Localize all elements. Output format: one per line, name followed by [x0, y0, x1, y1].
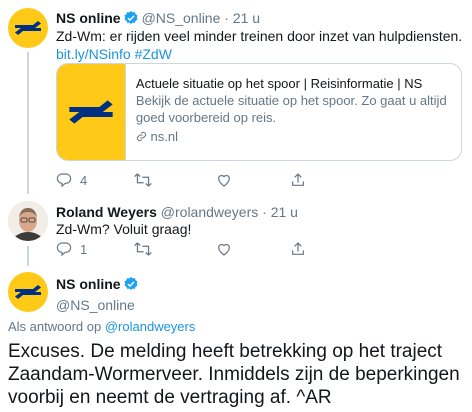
share-button[interactable] [290, 172, 306, 188]
author-name[interactable]: Roland Weyers [56, 204, 157, 220]
tweet-body: Zd-Wm: er rijden veel minder treinen doo… [56, 28, 463, 44]
like-button[interactable] [216, 241, 232, 257]
link-icon [136, 131, 147, 142]
thread-line [27, 52, 29, 194]
ns-avatar[interactable] [8, 8, 48, 48]
ns-logo [69, 100, 113, 124]
retweet-icon [134, 173, 152, 187]
reply-count: 1 [80, 241, 88, 257]
card-domain: ns.nl [150, 129, 179, 144]
separator: · [224, 10, 229, 26]
ns-logo [15, 285, 41, 299]
retweet-button[interactable] [134, 172, 152, 188]
tweet-text: Zd-Wm: er rijden veel minder treinen doo… [56, 27, 466, 63]
heart-icon [218, 174, 230, 187]
main-tweet-text: Excuses. De melding heeft betrekking op … [8, 341, 460, 408]
user-avatar[interactable] [8, 201, 48, 241]
share-button[interactable] [290, 241, 306, 257]
verified-badge-icon [123, 276, 139, 296]
card-body: Actuele situatie op het spoor | Reisinfo… [126, 64, 461, 160]
card-url: ns.nl [136, 128, 451, 145]
reply-context: Als antwoord op @rolandweyers [8, 319, 195, 334]
ns-avatar[interactable] [8, 272, 48, 312]
thread-line [27, 246, 29, 266]
reply-handle-link[interactable]: @rolandweyers [105, 319, 196, 334]
card-title: Actuele situatie op het spoor | Reisinfo… [135, 76, 423, 91]
ns-logo [15, 21, 41, 35]
tweet-actions: 1 [56, 241, 316, 259]
author-handle[interactable]: @NS_online [56, 296, 142, 314]
tweet-text: Zd-Wm? Voluit graag! [56, 221, 192, 237]
share-icon [292, 242, 304, 255]
reply-button[interactable]: 4 [56, 172, 87, 188]
reply-button[interactable]: 1 [56, 241, 87, 257]
share-icon [292, 173, 304, 186]
tweet-link[interactable]: bit.ly/NSinfo [56, 46, 131, 62]
author-name[interactable]: NS online [56, 10, 121, 26]
hashtag[interactable]: #ZdW [135, 46, 172, 62]
retweet-button[interactable] [134, 241, 152, 257]
timestamp[interactable]: 21 u [233, 10, 260, 26]
author-name[interactable]: NS online [56, 276, 121, 292]
card-description: Bekijk de actuele situatie op het spoor.… [135, 93, 447, 125]
author-handle[interactable]: @NS_online [142, 10, 221, 26]
retweet-icon [134, 242, 152, 256]
reply-count: 4 [80, 172, 88, 188]
separator: · [262, 204, 267, 220]
tweet-header: Roland Weyers @rolandweyers · 21 u [56, 203, 298, 221]
main-tweet-header: NS online @NS_online [56, 275, 142, 314]
tweet-actions: 4 [56, 172, 316, 190]
card-image [57, 64, 126, 160]
author-handle[interactable]: @rolandweyers [161, 204, 258, 220]
reply-icon [56, 242, 72, 257]
reply-icon [56, 173, 72, 188]
timestamp[interactable]: 21 u [271, 204, 298, 220]
user-photo [8, 201, 48, 241]
link-card[interactable]: Actuele situatie op het spoor | Reisinfo… [56, 63, 462, 161]
like-button[interactable] [216, 172, 232, 188]
reply-prefix: Als antwoord op [8, 319, 102, 334]
heart-icon [218, 243, 230, 256]
